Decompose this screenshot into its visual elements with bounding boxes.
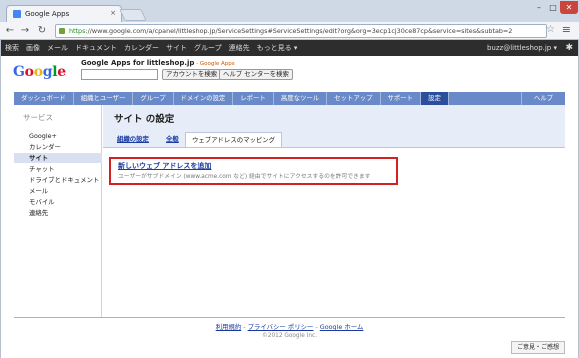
nav-tab[interactable]: ダッシュボード bbox=[14, 92, 74, 105]
sidebar-item[interactable]: チャット bbox=[14, 164, 102, 174]
account-search-input[interactable] bbox=[81, 69, 158, 80]
close-window-button[interactable]: ✕ bbox=[560, 1, 578, 14]
nav-tab[interactable]: サポート bbox=[381, 92, 422, 105]
feedback-button[interactable]: ご意見・ご感想 bbox=[510, 341, 565, 354]
subtab-divider bbox=[103, 147, 565, 148]
google-apps-label: - Google Apps bbox=[194, 61, 235, 67]
nav-tab[interactable]: グループ bbox=[133, 92, 174, 105]
nav-tab[interactable]: ドメインの設定 bbox=[174, 92, 234, 105]
footer-links: 利用規約 - プライバシー ポリシー - Google ホーム bbox=[0, 322, 579, 331]
address-bar: ← → ↻ https://www.google.com/a/cpanel/li… bbox=[0, 22, 579, 40]
bookmark-star-icon[interactable]: ☆ bbox=[546, 24, 555, 35]
search-help-center-button[interactable]: ヘルプ センターを検索 bbox=[219, 69, 293, 80]
search-accounts-button[interactable]: アカウントを検索 bbox=[162, 69, 222, 80]
settings-gear-icon[interactable]: ✱ bbox=[565, 40, 573, 56]
nav-tab[interactable]: レポート bbox=[233, 92, 274, 105]
url-scheme: https bbox=[69, 27, 86, 35]
google-bar-link[interactable]: 画像 bbox=[26, 40, 40, 56]
page-title: サイト の設定 bbox=[114, 114, 175, 125]
tab-title: Google Apps bbox=[25, 10, 70, 18]
sidebar-item[interactable]: ドライブとドキュメント bbox=[14, 175, 102, 185]
footer-divider bbox=[14, 317, 565, 318]
google-bar-link[interactable]: もっと見る ▾ bbox=[257, 40, 298, 56]
google-bar-links: 検索 画像 メール ドキュメント カレンダー サイト グループ 連絡先 もっと見る ▾ bbox=[5, 40, 297, 56]
logo-letter: G bbox=[13, 64, 25, 80]
google-bar: 検索 画像 メール ドキュメント カレンダー サイト グループ 連絡先 もっと見る ▾ buzz… bbox=[0, 40, 579, 56]
sidebar-item[interactable]: メール bbox=[14, 186, 102, 196]
subtab-org-settings[interactable]: 組織の設定 bbox=[117, 132, 149, 147]
sidebar-item[interactable]: モバイル bbox=[14, 197, 102, 207]
subtab-general[interactable]: 全般 bbox=[166, 132, 179, 147]
back-arrow-icon[interactable]: ← bbox=[4, 24, 16, 37]
sidebar-item[interactable]: カレンダー bbox=[14, 142, 102, 152]
google-bar-link[interactable]: 検索 bbox=[5, 40, 19, 56]
nav-tab[interactable]: セットアップ bbox=[327, 92, 381, 105]
copyright: ©2012 Google Inc. bbox=[261, 333, 318, 339]
maximize-button[interactable]: □ bbox=[546, 1, 560, 14]
nav-tab-help[interactable]: ヘルプ bbox=[520, 92, 565, 105]
admin-nav-tabs: ダッシュボード 組織とユーザー グループ ドメインの設定 レポート 高度なツール セットアッ… bbox=[14, 92, 565, 105]
url-input[interactable]: https://www.google.com/a/cpanel/littlesh… bbox=[55, 24, 547, 38]
add-web-address-description: ユーザーがサブドメイン (www.acme.com など) 経由でサイトにアクセ… bbox=[118, 174, 371, 180]
user-account-menu[interactable]: buzz@littleshop.jp ▾ bbox=[487, 40, 557, 56]
services-sidebar: サービス Google+ カレンダー サイト チャット ドライブとドキュメント メール モバ… bbox=[14, 105, 102, 317]
google-apps-favicon-icon bbox=[13, 10, 21, 18]
nav-tab[interactable]: 設定 bbox=[421, 92, 449, 105]
browser-tab[interactable]: Google Apps × bbox=[6, 5, 122, 22]
wrench-menu-icon[interactable]: ≡ bbox=[562, 23, 571, 36]
sidebar-item[interactable]: Google+ bbox=[14, 131, 102, 141]
google-bar-link[interactable]: サイト bbox=[166, 40, 187, 56]
add-web-address-link[interactable]: 新しいウェブ アドレスを追加 bbox=[118, 161, 211, 171]
domain-title-text: Google Apps for littleshop.jp bbox=[81, 59, 195, 67]
google-bar-link[interactable]: メール bbox=[47, 40, 68, 56]
logo-letter: o bbox=[24, 64, 34, 80]
logo-letter: e bbox=[57, 64, 66, 80]
browser-titlebar: Google Apps × – □ ✕ bbox=[0, 0, 579, 22]
sidebar-item[interactable]: サイト bbox=[14, 153, 102, 163]
google-bar-link[interactable]: カレンダー bbox=[124, 40, 159, 56]
new-tab-button[interactable] bbox=[119, 9, 147, 21]
nav-tab[interactable]: 組織とユーザー bbox=[74, 92, 134, 105]
google-home-link[interactable]: Google ホーム bbox=[320, 323, 364, 331]
sidebar-heading: サービス bbox=[23, 113, 53, 122]
forward-arrow-icon[interactable]: → bbox=[19, 24, 31, 37]
google-bar-link[interactable]: 連絡先 bbox=[229, 40, 250, 56]
google-logo[interactable]: Google bbox=[13, 64, 66, 80]
google-bar-link[interactable]: グループ bbox=[194, 40, 222, 56]
url-text: ://www.google.com/a/cpanel/littleshop.jp… bbox=[85, 27, 513, 35]
lock-icon bbox=[59, 28, 65, 34]
privacy-link[interactable]: プライバシー ポリシー bbox=[248, 323, 314, 331]
terms-link[interactable]: 利用規約 bbox=[216, 323, 242, 331]
main-content: サイト の設定 組織の設定 全般 ウェブアドレスのマッピング 新しいウェブ アド… bbox=[103, 105, 565, 317]
domain-title: Google Apps for littleshop.jp - Google A… bbox=[81, 59, 235, 67]
google-bar-link[interactable]: ドキュメント bbox=[75, 40, 117, 56]
nav-tab[interactable]: 高度なツール bbox=[274, 92, 328, 105]
logo-letter: o bbox=[33, 64, 43, 80]
minimize-button[interactable]: – bbox=[532, 1, 546, 14]
reload-icon[interactable]: ↻ bbox=[36, 24, 48, 37]
tab-close-icon[interactable]: × bbox=[110, 9, 116, 17]
sidebar-item[interactable]: 連絡先 bbox=[14, 208, 102, 218]
logo-letter: g bbox=[42, 64, 53, 80]
subtab-web-address-mapping[interactable]: ウェブアドレスのマッピング bbox=[185, 132, 283, 147]
